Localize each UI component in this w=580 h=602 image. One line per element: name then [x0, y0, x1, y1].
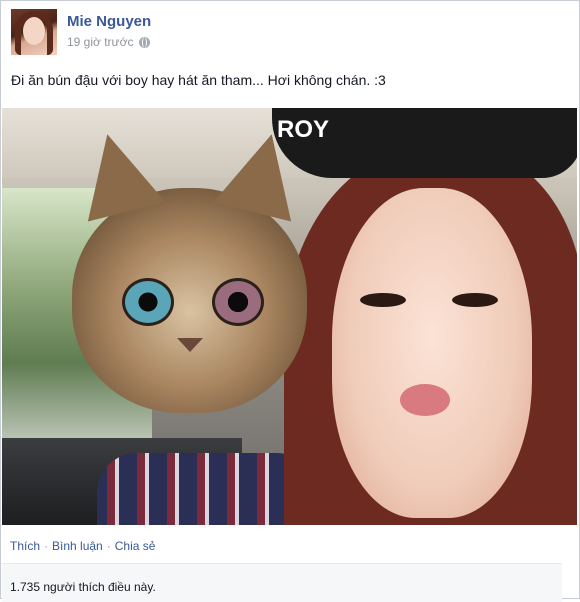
post-actions: Thích · Bình luận · Chia sẻ [10, 539, 155, 553]
separator-dot: · [106, 539, 111, 553]
likes-count[interactable]: 1.735 người thích điều này. [10, 580, 156, 594]
girl-eye-left [360, 293, 406, 307]
girl-lips [400, 384, 450, 416]
cat-nose [177, 338, 203, 352]
girl-eye-right [452, 293, 498, 307]
author-name[interactable]: Mie Nguyen [67, 13, 151, 30]
comment-link[interactable]: Bình luận [52, 539, 103, 553]
timestamp[interactable]: 19 giờ trước [67, 35, 133, 49]
post-meta: 19 giờ trước [67, 35, 151, 49]
avatar-face [23, 17, 45, 45]
cat-eye-left [122, 278, 174, 326]
cat-face-overlay [68, 124, 311, 413]
globe-icon[interactable] [139, 36, 151, 48]
likes-summary: 1.735 người thích điều này. [2, 563, 562, 602]
facebook-post: Mie Nguyen 19 giờ trước Đi ăn bún đậu vớ… [0, 0, 580, 602]
share-link[interactable]: Chia sẻ [115, 539, 156, 553]
status-text: Đi ăn bún đậu với boy hay hát ăn tham...… [11, 72, 386, 88]
avatar[interactable] [11, 9, 57, 55]
post-photo[interactable]: ROY [2, 108, 577, 525]
separator-dot: · [44, 539, 49, 553]
like-link[interactable]: Thích [10, 539, 40, 553]
girl-face [332, 188, 532, 518]
cat-eye-right [212, 278, 264, 326]
